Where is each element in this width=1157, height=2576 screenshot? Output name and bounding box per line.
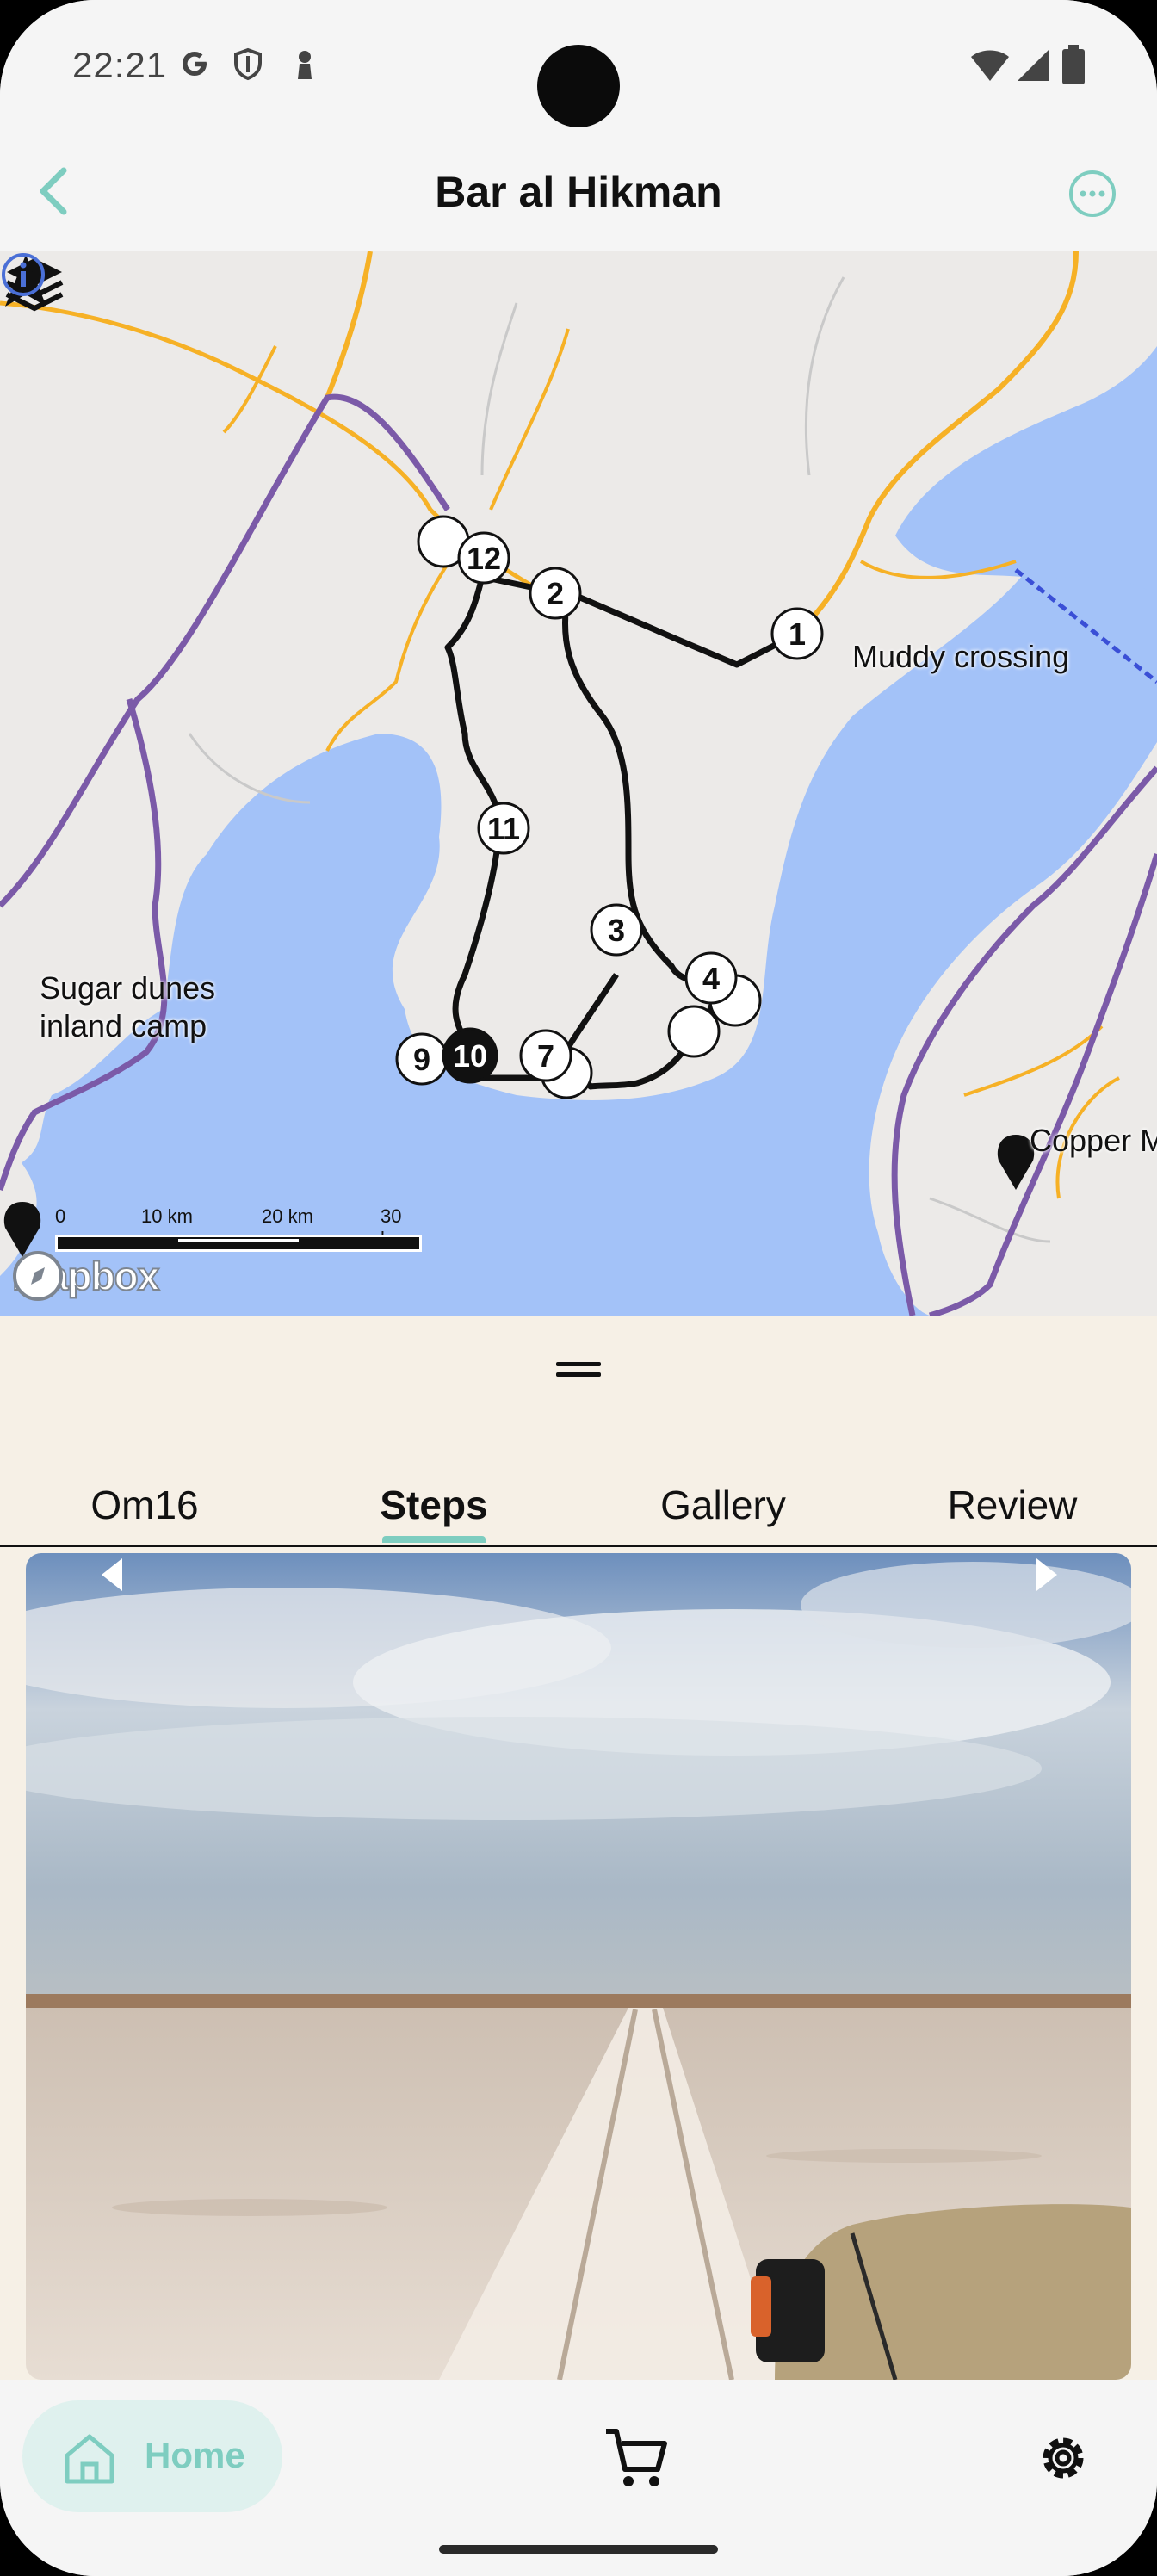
front-camera [537, 45, 620, 127]
waypoint-marker [667, 1005, 721, 1058]
svg-text:7: 7 [537, 1038, 554, 1074]
main-road [325, 534, 467, 752]
waypoint-3[interactable]: 3 [590, 903, 643, 957]
triangle-right-icon [1036, 1558, 1057, 1591]
location-icon [298, 51, 312, 79]
previous-photo-button[interactable] [96, 1553, 131, 1596]
svg-text:10: 10 [453, 1038, 487, 1074]
waypoint-10-selected[interactable]: 10 [442, 1027, 498, 1084]
step-photo [26, 1553, 1131, 2380]
scale-bar-line [55, 1235, 422, 1252]
tab-gallery[interactable]: Gallery [578, 1419, 868, 1545]
app-header: Bar al Hikman [0, 129, 1157, 251]
main-road [222, 345, 277, 434]
poi-label-muddy-crossing[interactable]: Muddy crossing [852, 639, 1069, 675]
next-photo-button[interactable] [1028, 1553, 1062, 1596]
nav-cart-button[interactable] [603, 2423, 671, 2492]
tab-bar: Om16 Steps Gallery Review [0, 1419, 1157, 1547]
waypoint-9[interactable]: 9 [395, 1032, 449, 1086]
gesture-navigation-bar[interactable] [439, 2545, 718, 2554]
waypoint-7[interactable]: 7 [519, 1029, 572, 1082]
svg-text:3: 3 [608, 913, 625, 948]
waypoint-11[interactable]: 11 [477, 802, 530, 855]
nav-settings-button[interactable] [1033, 2428, 1093, 2488]
battery-icon [1062, 45, 1085, 84]
signal-icon [1018, 50, 1049, 81]
svg-text:9: 9 [413, 1042, 430, 1077]
triangle-left-icon [102, 1558, 122, 1591]
nav-home-button[interactable]: Home [22, 2400, 282, 2512]
active-tab-indicator [382, 1536, 486, 1543]
page-title: Bar al Hikman [435, 168, 722, 216]
map-view[interactable]: 1 2 12 11 3 4 9 10 7 Muddy crossing Suga… [0, 251, 1157, 1316]
wifi-icon [971, 50, 1009, 81]
waypoint-2[interactable]: 2 [529, 567, 582, 620]
mapbox-logo[interactable]: mapbox [11, 1250, 160, 1302]
tab-steps[interactable]: Steps [289, 1419, 578, 1545]
map-scale-bar: 0 10 km 20 km 30 km [55, 1205, 425, 1257]
nav-home-label: Home [145, 2435, 245, 2475]
google-icon [183, 52, 207, 76]
scale-tick: 0 [55, 1205, 66, 1227]
phone-screen: 22:21 Bar al Hikman 1 2 12 11 3 4 9 10 7… [0, 0, 1157, 2576]
gear-icon [1043, 2437, 1084, 2479]
svg-text:2: 2 [547, 576, 564, 611]
waypoint-12[interactable]: 12 [457, 531, 510, 585]
main-road [489, 328, 570, 511]
minor-road [804, 276, 845, 476]
tab-om16[interactable]: Om16 [0, 1419, 289, 1545]
svg-text:4: 4 [702, 961, 720, 996]
scale-tick: 10 km [141, 1205, 193, 1227]
bay-water [895, 346, 1157, 596]
status-bar: 22:21 [0, 0, 1157, 129]
waypoint-1[interactable]: 1 [770, 607, 824, 660]
poi-label-copper[interactable]: Copper M [1030, 1123, 1157, 1159]
svg-text:1: 1 [789, 616, 806, 652]
scale-tick: 20 km [262, 1205, 313, 1227]
main-road [325, 251, 373, 399]
status-time: 22:21 [72, 45, 168, 85]
svg-text:11: 11 [487, 811, 520, 846]
home-icon [65, 2434, 114, 2484]
minor-road [480, 302, 518, 476]
map-info-button[interactable] [0, 251, 46, 298]
cart-icon [606, 2429, 667, 2472]
shield-icon [234, 47, 262, 81]
step-photo-carousel[interactable] [26, 1553, 1131, 2380]
map-canvas[interactable]: 1 2 12 11 3 4 9 10 7 [0, 251, 1157, 1316]
sheet-drag-handle[interactable] [556, 1362, 601, 1379]
poi-label-sugar-dunes[interactable]: Sugar dunes inland camp [40, 969, 215, 1045]
more-options-button[interactable] [1067, 169, 1117, 219]
waypoint-4[interactable]: 4 [684, 951, 738, 1005]
tab-review[interactable]: Review [868, 1419, 1157, 1545]
mapbox-icon [13, 1251, 63, 1301]
svg-text:12: 12 [467, 541, 501, 576]
